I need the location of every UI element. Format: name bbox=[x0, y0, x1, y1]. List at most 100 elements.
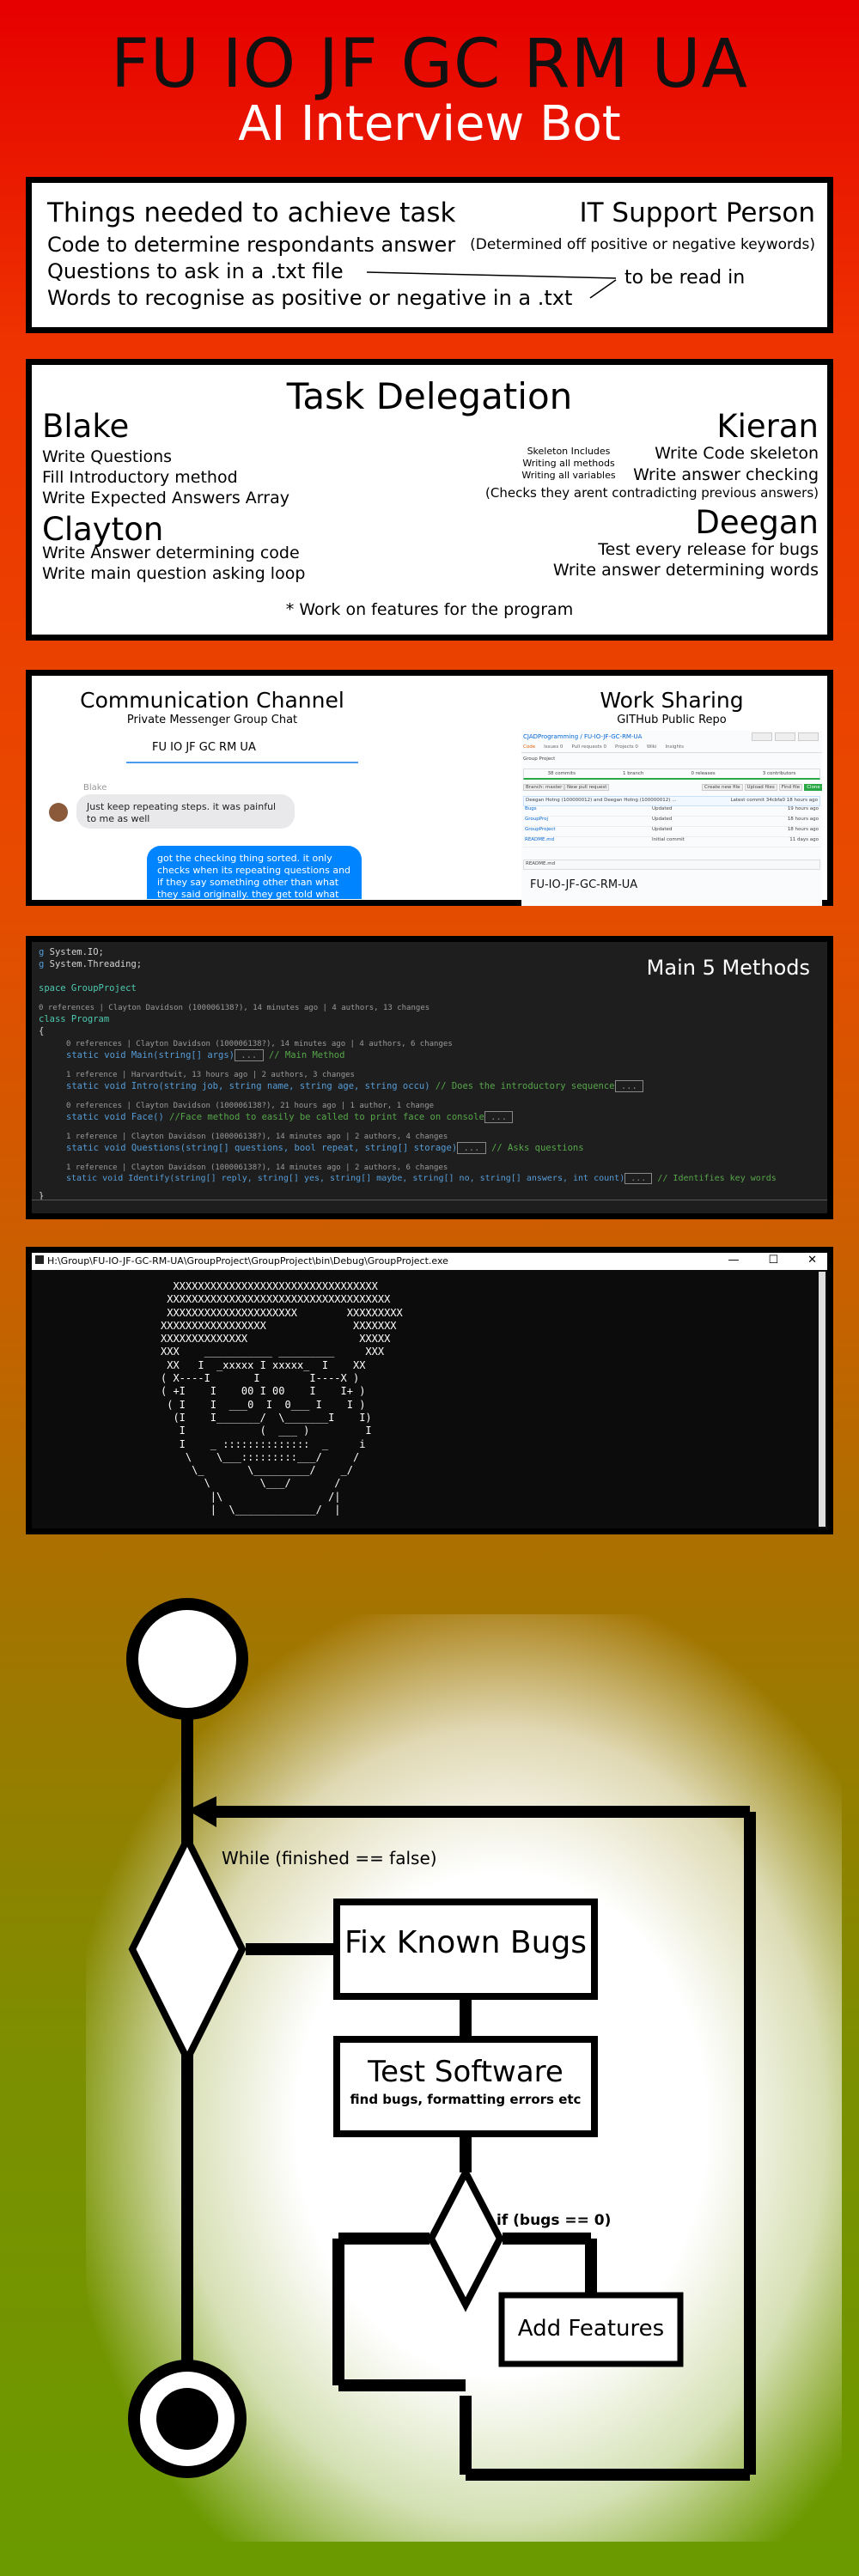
end-node-inner bbox=[156, 2388, 218, 2450]
maximize-icon[interactable]: ☐ bbox=[768, 1254, 778, 1267]
stat-releases[interactable]: 0 releases bbox=[691, 771, 715, 776]
role-title: IT Support Person bbox=[579, 197, 815, 228]
brace: { bbox=[39, 1026, 45, 1036]
console-scrollbar[interactable] bbox=[819, 1272, 825, 1527]
file-commit: Updated bbox=[652, 827, 673, 832]
file-row[interactable]: GroupProject Updated 18 hours ago bbox=[523, 827, 820, 837]
clone-button[interactable]: Clone or download bbox=[804, 784, 822, 791]
delegation-title: Task Delegation bbox=[286, 375, 573, 417]
skeleton-note: Skeleton Includes Writing all methods Wr… bbox=[521, 446, 616, 481]
branch-button[interactable]: Branch: master bbox=[523, 784, 565, 791]
requirements-panel: Things needed to achieve task Code to de… bbox=[26, 177, 833, 333]
close-icon[interactable]: ✕ bbox=[807, 1254, 817, 1267]
console-window: H:\Group\FU-IO-JF-GC-RM-UA\GroupProject\… bbox=[26, 1247, 833, 1534]
task-item: Write main question asking loop bbox=[42, 564, 306, 583]
console-titlebar[interactable]: H:\Group\FU-IO-JF-GC-RM-UA\GroupProject\… bbox=[32, 1253, 827, 1270]
avatar bbox=[49, 803, 68, 822]
divider bbox=[521, 752, 822, 753]
stat-branches[interactable]: 1 branch bbox=[623, 771, 643, 776]
bugs-decision bbox=[427, 2165, 504, 2312]
chat-name: FU IO JF GC RM UA bbox=[152, 741, 256, 754]
task-item: Write answer determining words bbox=[552, 561, 819, 580]
repo-stats: 38 commits 1 branch 0 releases 3 contrib… bbox=[523, 769, 820, 780]
fix-bugs-label: Fix Known Bugs bbox=[344, 1925, 588, 1960]
task-item: Write Questions bbox=[42, 447, 173, 466]
read-in-note: to be read in bbox=[624, 267, 746, 289]
watch-button[interactable] bbox=[752, 732, 772, 741]
commit-message[interactable]: Deegan Hotng (100000012) and Deegan Hotn… bbox=[526, 798, 676, 803]
tab-projects[interactable]: Projects 0 bbox=[615, 744, 638, 750]
task-item: Write Answer determining code bbox=[42, 544, 300, 562]
console-path: H:\Group\FU-IO-JF-GC-RM-UA\GroupProject\… bbox=[47, 1255, 448, 1267]
delegation-panel: Task Delegation Blake Write Questions Fi… bbox=[26, 359, 833, 641]
sender-name: Blake bbox=[83, 783, 107, 793]
file-name[interactable]: README.md bbox=[525, 837, 554, 842]
latest-commit[interactable]: Latest commit 34cbfa0 18 hours ago bbox=[730, 798, 818, 803]
file-name[interactable]: GroupProject bbox=[525, 827, 556, 832]
file-age: 18 hours ago bbox=[787, 817, 819, 822]
repo-actions bbox=[752, 732, 819, 741]
file-name[interactable]: Bugs bbox=[525, 806, 537, 811]
repo-tabs: Code Issues 0 Pull requests 0 Projects 0… bbox=[523, 744, 684, 750]
upload-files-button[interactable]: Upload files bbox=[744, 784, 777, 791]
stat-commits[interactable]: 38 commits bbox=[548, 771, 576, 776]
incoming-message: Just keep repeating steps. it was painfu… bbox=[76, 794, 295, 829]
file-commit: Updated bbox=[652, 806, 673, 811]
file-commit: Updated bbox=[652, 817, 673, 822]
console-body bbox=[32, 1270, 827, 1528]
file-commit: Initial commit bbox=[652, 837, 685, 842]
tab-insights[interactable]: Insights bbox=[665, 744, 684, 750]
method-signature[interactable]: static void Intro(string job, string nam… bbox=[66, 1080, 644, 1092]
code-lens: 0 references | Clayton Davidson (1000061… bbox=[66, 1102, 435, 1110]
method-signature[interactable]: static void Questions(string[] questions… bbox=[66, 1142, 584, 1154]
fork-button[interactable] bbox=[798, 732, 819, 741]
code-lens: 0 references | Clayton Davidson (1000061… bbox=[66, 1040, 453, 1048]
code-lens: 0 references | Clayton Davidson (1000061… bbox=[39, 1004, 430, 1012]
star-button[interactable] bbox=[775, 732, 795, 741]
repo-path[interactable]: CJADProgramming / FU-IO-JF-GC-RM-UA bbox=[523, 733, 642, 740]
file-row[interactable]: README.md Initial commit 11 days ago bbox=[523, 837, 820, 848]
page-subtitle: AI Interview Bot bbox=[238, 96, 621, 152]
tab-issues[interactable]: Issues 0 bbox=[544, 744, 563, 750]
method-signature[interactable]: static void Main(string[] args) ... // M… bbox=[66, 1049, 344, 1061]
role-note: (Determined off positive or negative key… bbox=[470, 236, 815, 253]
work-sharing-title: Work Sharing bbox=[600, 688, 744, 713]
chat-header[interactable]: FU IO JF GC RM UA bbox=[126, 736, 358, 763]
task-item: Write Code skeleton bbox=[655, 444, 819, 463]
page-title: FU IO JF GC RM UA bbox=[110, 26, 749, 103]
using-line: g System.IO; bbox=[39, 947, 104, 957]
file-row[interactable]: Bugs Updated 19 hours ago bbox=[523, 806, 820, 817]
github-repo-preview: CJADProgramming / FU-IO-JF-GC-RM-UA Code… bbox=[521, 731, 822, 906]
new-pull-request-button[interactable]: New pull request bbox=[564, 784, 610, 791]
stat-contributors[interactable]: 3 contributors bbox=[763, 771, 796, 776]
communication-title: Communication Channel bbox=[80, 688, 344, 713]
minimize-icon[interactable]: — bbox=[728, 1254, 739, 1267]
file-name[interactable]: GroupProj bbox=[525, 817, 548, 822]
add-features-label: Add Features bbox=[517, 2316, 665, 2342]
console-app-icon bbox=[35, 1255, 44, 1264]
window-controls: — ☐ ✕ bbox=[728, 1254, 817, 1267]
namespace-line: space GroupProject bbox=[39, 983, 137, 993]
test-software-label: Test Software bbox=[368, 2055, 564, 2089]
work-sharing-subtitle: GITHub Public Repo bbox=[617, 714, 727, 726]
bugs-condition: if (bugs == 0) bbox=[497, 2212, 612, 2229]
tab-pull-requests[interactable]: Pull requests 0 bbox=[571, 744, 606, 750]
file-row[interactable]: GroupProj Updated 18 hours ago bbox=[523, 817, 820, 827]
readme-header: README.md bbox=[523, 860, 820, 870]
test-software-sublabel: find bugs, formatting errors etc bbox=[350, 2092, 582, 2107]
file-age: 19 hours ago bbox=[787, 806, 819, 811]
ascii-face: XXXXXXXXXXXXXXXXXXXXXXXXXXXXXXXXX XXXXXX… bbox=[161, 1280, 403, 1516]
method-signature[interactable]: static void Identify(string[] reply, str… bbox=[66, 1173, 777, 1184]
create-file-button[interactable]: Create new file bbox=[702, 784, 743, 791]
tab-wiki[interactable]: Wiki bbox=[647, 744, 657, 750]
member-name-deegan: Deegan bbox=[695, 504, 819, 541]
task-item: Fill Introductory method bbox=[42, 468, 238, 487]
tab-code[interactable]: Code bbox=[523, 744, 535, 750]
using-line: g System.Threading; bbox=[39, 959, 143, 969]
tools-panel: Communication Channel Private Messenger … bbox=[26, 670, 833, 906]
find-file-button[interactable]: Find file bbox=[778, 784, 803, 791]
method-signature[interactable]: static void Face() //Face method to easi… bbox=[66, 1111, 514, 1123]
loop-condition: While (finished == false) bbox=[222, 1848, 437, 1868]
task-note: (Checks they arent contradicting previou… bbox=[485, 485, 819, 501]
task-item: Test every release for bugs bbox=[598, 540, 819, 559]
